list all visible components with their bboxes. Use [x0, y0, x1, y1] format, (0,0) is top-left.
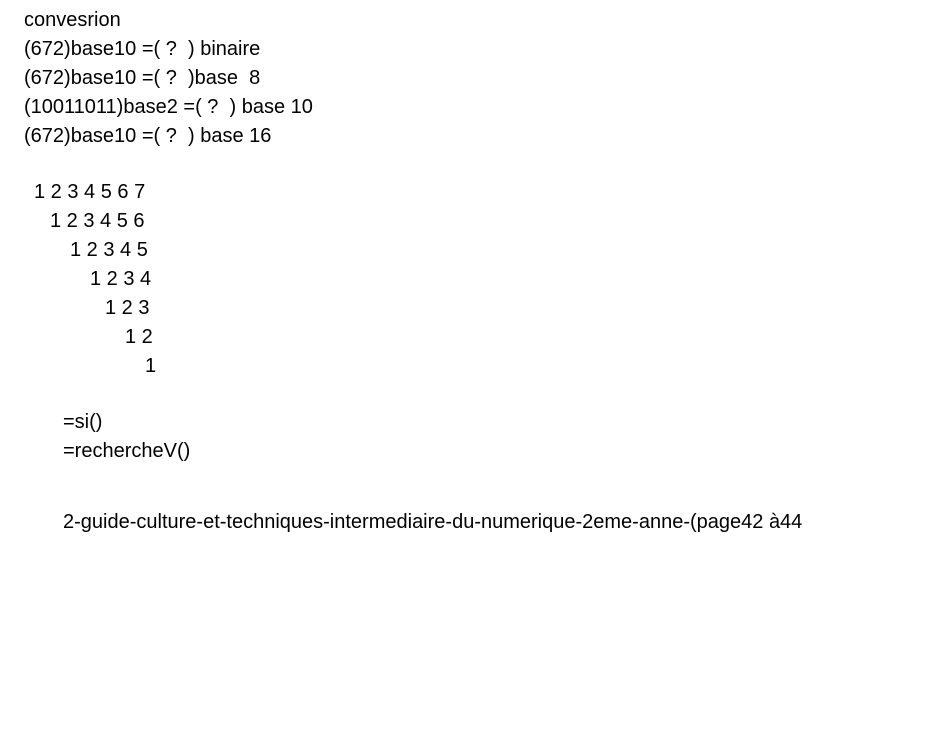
triangle-row: 1 2 3 4 5 6 [50, 210, 145, 232]
conversion-line-hex: (672)base10 =( ? ) base 16 [24, 125, 272, 147]
conversion-line-octal: (672)base10 =( ? )base 8 [24, 67, 261, 89]
formula-recherchev: =rechercheV() [63, 440, 191, 462]
triangle-row: 1 2 3 [105, 297, 150, 319]
conversion-line-decimal: (10011011)base2 =( ? ) base 10 [24, 96, 313, 118]
triangle-row: 1 2 3 4 [90, 268, 152, 290]
conversion-line-binary: (672)base10 =( ? ) binaire [24, 38, 261, 60]
guide-reference: 2-guide-culture-et-techniques-intermedia… [63, 511, 803, 533]
triangle-row: 1 2 [125, 326, 153, 348]
triangle-row: 1 2 3 4 5 [70, 239, 148, 261]
document-page: convesrion (672)base10 =( ? ) binaire (6… [0, 0, 931, 737]
triangle-row: 1 [145, 355, 157, 377]
conversion-heading: convesrion [24, 9, 121, 31]
triangle-row: 1 2 3 4 5 6 7 [34, 181, 146, 203]
formula-si: =si() [63, 411, 103, 433]
